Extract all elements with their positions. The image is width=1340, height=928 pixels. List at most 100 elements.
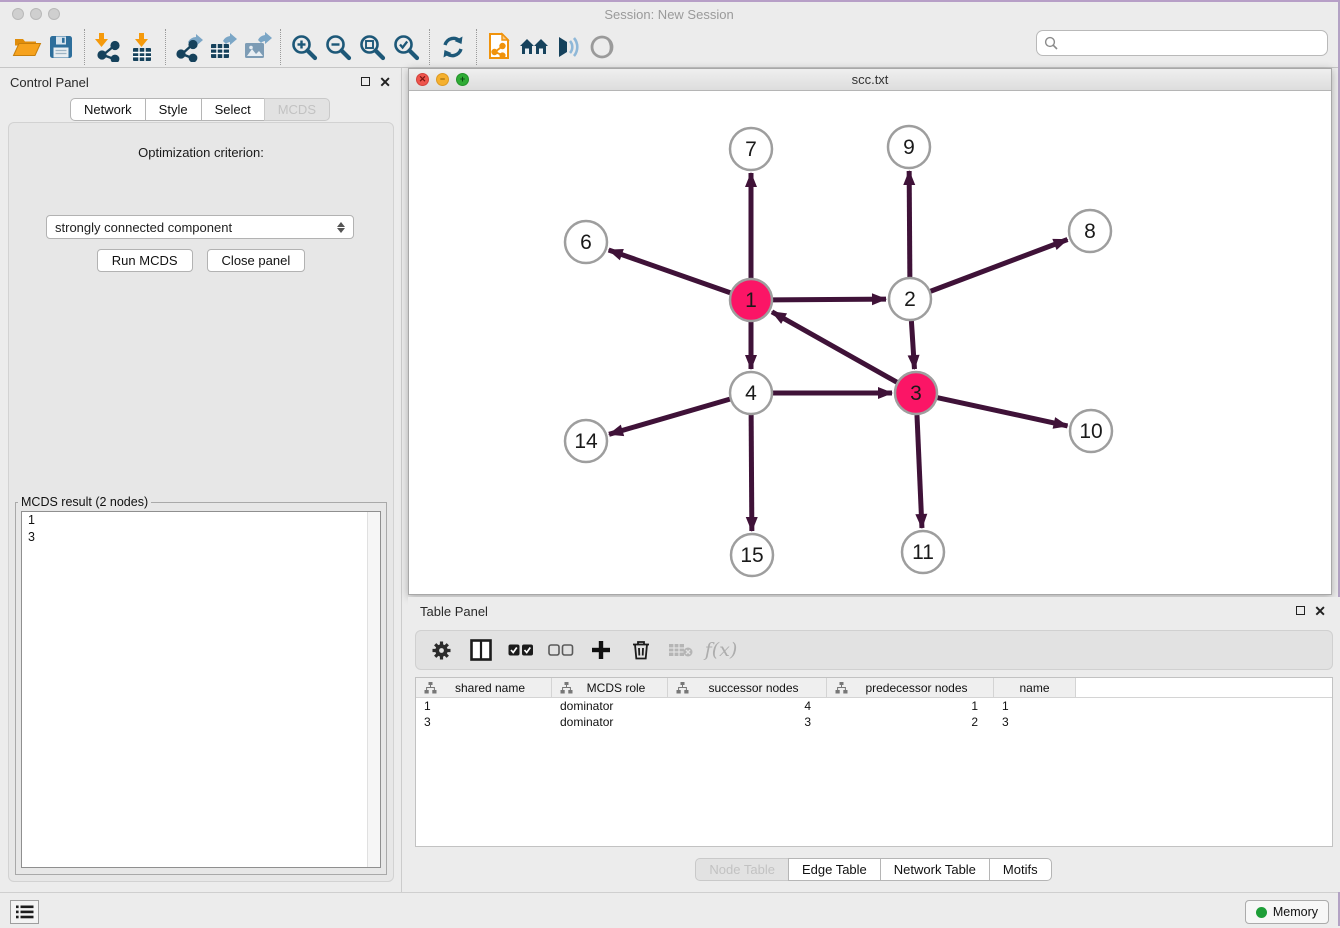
graphics-details-icon[interactable] [551, 30, 585, 64]
refresh-icon[interactable] [436, 30, 470, 64]
column-header-predecessor-nodes[interactable]: predecessor nodes [827, 678, 994, 697]
flatten-hierarchy-icon [676, 682, 689, 694]
open-session-icon[interactable] [10, 30, 44, 64]
deselect-all-icon[interactable] [548, 637, 574, 663]
mcds-result-item[interactable]: 1 [22, 512, 380, 529]
home-icon[interactable] [517, 30, 551, 64]
close-panel-button[interactable]: Close panel [207, 249, 306, 272]
export-image-icon[interactable] [240, 30, 274, 64]
memory-button[interactable]: Memory [1245, 900, 1329, 924]
settings-gear-icon[interactable] [428, 637, 454, 663]
mcds-result-list[interactable]: 13 [21, 511, 381, 868]
delete-column-trash-icon[interactable] [628, 637, 654, 663]
graph-edge-1-2[interactable] [773, 299, 886, 300]
flatten-hierarchy-icon [835, 682, 848, 694]
graph-edge-2-9[interactable] [909, 171, 910, 277]
close-window-button[interactable] [12, 8, 24, 20]
search-input[interactable] [1063, 36, 1327, 51]
table-row[interactable]: 3dominator323 [416, 714, 1332, 730]
table-cell[interactable]: 3 [668, 714, 827, 730]
mcds-result-item[interactable]: 3 [22, 529, 380, 546]
table-cell[interactable]: dominator [552, 714, 668, 730]
graph-edge-1-6[interactable] [609, 250, 731, 293]
task-history-button[interactable] [10, 900, 39, 924]
select-all-icon[interactable] [508, 637, 534, 663]
graph-edge-3-1[interactable] [772, 312, 897, 382]
toggle-column-view-icon[interactable] [468, 637, 494, 663]
add-column-icon[interactable] [588, 637, 614, 663]
control-panel: Control Panel ✕ Network Style Select MCD… [0, 68, 402, 892]
graph-node-label: 10 [1079, 420, 1102, 443]
tab-edge-table[interactable]: Edge Table [788, 858, 881, 881]
column-header-name[interactable]: name [994, 678, 1076, 697]
export-network-icon[interactable] [172, 30, 206, 64]
memory-button-label: Memory [1273, 905, 1318, 919]
main-toolbar [0, 26, 1338, 68]
graph-node-label: 15 [740, 544, 763, 567]
minimize-window-button[interactable] [30, 8, 42, 20]
table-cell[interactable]: 1 [994, 698, 1076, 714]
criterion-dropdown[interactable]: strongly connected component [46, 215, 354, 239]
zoom-fit-icon[interactable] [355, 30, 389, 64]
graph-edge-2-8[interactable] [931, 239, 1068, 291]
table-cell[interactable]: 4 [668, 698, 827, 714]
column-header-MCDS-role[interactable]: MCDS role [552, 678, 668, 697]
float-table-panel-icon[interactable] [1296, 605, 1305, 617]
zoom-selected-icon[interactable] [389, 30, 423, 64]
table-panel-header: Table Panel ✕ [408, 597, 1340, 625]
tab-node-table[interactable]: Node Table [695, 858, 789, 881]
zoom-network-button[interactable]: + [456, 73, 469, 86]
network-window-titlebar[interactable]: ✕ − + scc.txt [409, 69, 1331, 91]
control-panel-tabs: Network Style Select MCDS [0, 98, 401, 121]
tab-network[interactable]: Network [70, 98, 146, 121]
table-cell[interactable]: 3 [994, 714, 1076, 730]
table-panel-title: Table Panel [420, 604, 488, 619]
zoom-in-icon[interactable] [287, 30, 321, 64]
mcds-list-scrollbar[interactable] [367, 512, 380, 867]
tab-select[interactable]: Select [201, 98, 265, 121]
export-table-icon[interactable] [206, 30, 240, 64]
tab-style[interactable]: Style [145, 98, 202, 121]
float-panel-icon[interactable] [361, 76, 370, 88]
run-mcds-button[interactable]: Run MCDS [97, 249, 193, 272]
close-network-button[interactable]: ✕ [416, 73, 429, 86]
graph-edge-2-3[interactable] [911, 321, 914, 369]
dropdown-stepper-icon [337, 222, 345, 233]
save-session-icon[interactable] [44, 30, 78, 64]
network-window-controls: ✕ − + [416, 73, 469, 86]
table-cell[interactable]: 1 [416, 698, 552, 714]
search-icon [1044, 36, 1058, 50]
graph-edge-4-14[interactable] [609, 399, 730, 434]
graph-edge-4-15[interactable] [751, 415, 752, 531]
import-table-icon[interactable] [125, 30, 159, 64]
show-hide-panels-eye-icon[interactable] [585, 30, 619, 64]
tab-mcds[interactable]: MCDS [264, 98, 330, 121]
table-row[interactable]: 1dominator411 [416, 698, 1332, 714]
column-header-shared-name[interactable]: shared name [416, 678, 552, 697]
table-cell[interactable]: 2 [827, 714, 994, 730]
close-panel-icon[interactable]: ✕ [379, 75, 391, 89]
import-network-icon[interactable] [91, 30, 125, 64]
maximize-window-button[interactable] [48, 8, 60, 20]
column-header-successor-nodes[interactable]: successor nodes [668, 678, 827, 697]
graph-edge-3-11[interactable] [917, 415, 922, 528]
close-table-panel-icon[interactable]: ✕ [1314, 604, 1326, 618]
status-bar: Memory [0, 892, 1338, 928]
tab-motifs[interactable]: Motifs [989, 858, 1052, 881]
network-canvas[interactable]: 1234678910111415 [409, 91, 1331, 594]
node-table[interactable]: shared nameMCDS rolesuccessor nodesprede… [415, 677, 1333, 847]
function-builder-icon: f(x) [708, 637, 734, 663]
graph-node-label: 1 [745, 289, 757, 312]
network-from-file-icon[interactable] [483, 30, 517, 64]
mcds-tab-content: Optimization criterion: strongly connect… [8, 122, 394, 882]
table-cell[interactable]: dominator [552, 698, 668, 714]
zoom-out-icon[interactable] [321, 30, 355, 64]
tab-network-table[interactable]: Network Table [880, 858, 990, 881]
graph-edge-3-10[interactable] [937, 398, 1067, 426]
table-cell[interactable]: 3 [416, 714, 552, 730]
search-box[interactable] [1036, 30, 1328, 56]
minimize-network-button[interactable]: − [436, 73, 449, 86]
delete-table-icon [668, 637, 694, 663]
memory-status-icon [1256, 907, 1267, 918]
table-cell[interactable]: 1 [827, 698, 994, 714]
